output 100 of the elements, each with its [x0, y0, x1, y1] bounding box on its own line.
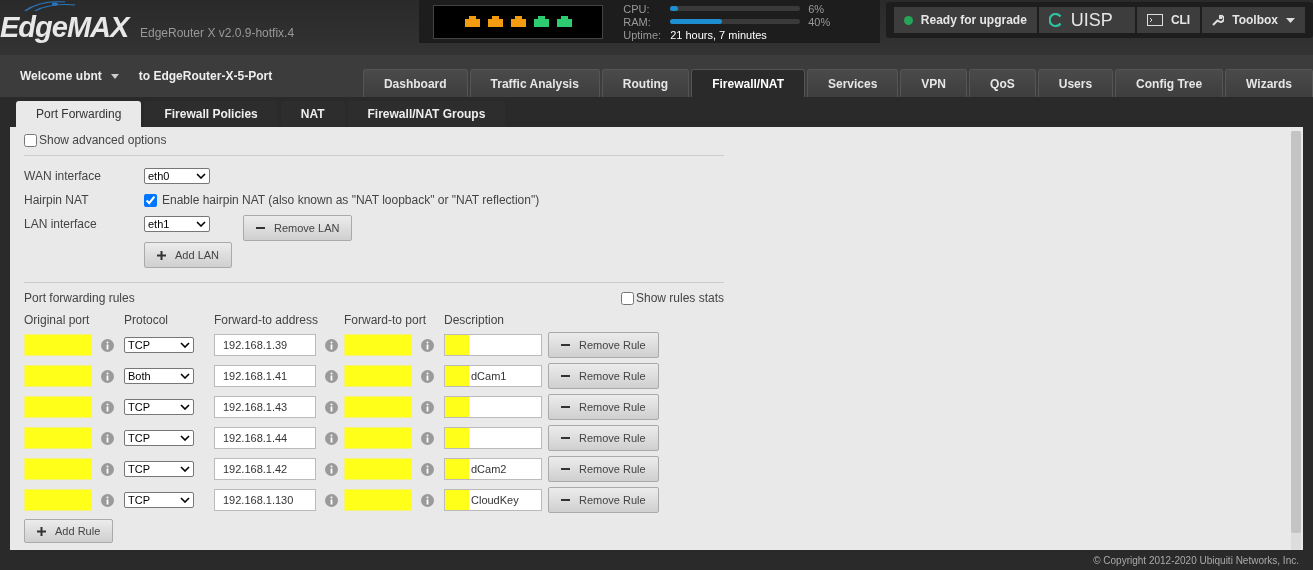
remove-lan-button[interactable]: Remove LAN [243, 215, 353, 241]
port-field[interactable] [24, 489, 92, 511]
edgemax-logo: EdgeMAX [0, 12, 129, 42]
port-field[interactable] [24, 334, 92, 356]
uptime-label: Uptime: [623, 28, 663, 41]
port-field[interactable] [344, 334, 412, 356]
nav-tab[interactable]: Users [1037, 69, 1114, 97]
address-field[interactable]: 192.168.1.44 [214, 427, 316, 449]
checkbox-label: Show advanced options [39, 133, 167, 147]
port-field[interactable] [344, 458, 412, 480]
uisp-button[interactable]: UISP [1038, 7, 1135, 33]
add-lan-button[interactable]: Add LAN [144, 242, 233, 268]
info-icon [325, 431, 338, 445]
cli-button[interactable]: CLI [1136, 7, 1201, 33]
description-field[interactable]: dCam1 [444, 365, 542, 387]
port-field[interactable] [24, 365, 92, 387]
description-field[interactable]: CloudKey [444, 489, 542, 511]
field-label: LAN interface [24, 217, 98, 231]
address-field[interactable]: 192.168.1.39 [214, 334, 316, 356]
protocol-select[interactable]: TCP [124, 399, 194, 415]
plus-icon [157, 250, 166, 260]
chevron-icon [180, 342, 190, 348]
minus-icon [561, 499, 570, 501]
info-icon [421, 369, 434, 383]
caret-icon [110, 73, 119, 79]
column-header: Protocol [124, 313, 170, 327]
status-button[interactable]: Ready for upgrade [893, 7, 1037, 33]
remove-rule-button[interactable]: Remove Rule [548, 332, 659, 358]
nav-tab[interactable]: Traffic Analysis [469, 69, 600, 97]
firmware-version: EdgeRouter X v2.0.9-hotfix.4 [140, 26, 295, 40]
hairpin-checkbox[interactable] [144, 193, 157, 207]
minus-icon [256, 227, 265, 229]
protocol-select[interactable]: TCP [124, 337, 194, 353]
info-icon [421, 431, 434, 445]
description-field[interactable] [444, 427, 542, 449]
stats-checkbox[interactable] [620, 291, 634, 305]
add-rule-button[interactable]: Add Rule [24, 519, 114, 543]
address-field[interactable]: 192.168.1.42 [214, 458, 316, 480]
remove-rule-button[interactable]: Remove Rule [548, 394, 659, 420]
protocol-select[interactable]: TCP [124, 461, 194, 477]
protocol-select[interactable]: TCP [124, 492, 194, 508]
remove-rule-button[interactable]: Remove Rule [548, 487, 659, 513]
wrench-icon [1212, 14, 1225, 26]
interface-select[interactable]: eth1 [144, 216, 210, 232]
section-tab[interactable]: Port Forwarding [16, 101, 142, 127]
description-field[interactable] [444, 396, 542, 418]
port-field[interactable] [344, 427, 412, 449]
port-field[interactable] [24, 427, 92, 449]
port-field[interactable] [24, 396, 92, 418]
protocol-select[interactable]: Both [124, 368, 194, 384]
plus-icon [37, 526, 46, 536]
field-label: WAN interface [24, 169, 102, 183]
status-dot-icon [903, 15, 913, 25]
description-field[interactable]: dCam2 [444, 458, 542, 480]
info-icon [421, 400, 434, 414]
uptime-value: 21 hours, 7 minutes [670, 28, 767, 41]
chevron-icon [180, 404, 190, 410]
minus-icon [561, 468, 570, 470]
advanced-checkbox[interactable] [24, 133, 37, 147]
nav-tab[interactable]: Wizards [1225, 69, 1313, 97]
terminal-icon [1146, 14, 1163, 26]
nav-tab[interactable]: Firewall/NAT [691, 69, 805, 97]
column-header: Forward-to port [344, 313, 428, 327]
nav-tab[interactable]: Services [806, 69, 899, 97]
stat-label: RAM: [623, 15, 652, 28]
port-field[interactable] [344, 365, 412, 387]
address-field[interactable]: 192.168.1.43 [214, 396, 316, 418]
info-icon [325, 369, 338, 383]
remove-rule-button[interactable]: Remove Rule [548, 456, 659, 482]
address-field[interactable]: 192.168.1.41 [214, 365, 316, 387]
port-field[interactable] [344, 489, 412, 511]
nav-tab[interactable]: QoS [969, 69, 1036, 97]
interface-select[interactable]: eth0 [144, 168, 210, 184]
checkbox-label: Show rules stats [635, 291, 724, 305]
nav-tab[interactable]: VPN [900, 69, 968, 97]
column-header: Description [444, 313, 506, 327]
nav-tab[interactable]: Routing [601, 69, 690, 97]
nav-tab[interactable]: Dashboard [362, 69, 468, 97]
address-field[interactable]: 192.168.1.130 [214, 489, 316, 511]
user-menu[interactable]: Welcome ubnt [20, 69, 119, 83]
stat-label: CPU: [623, 2, 651, 15]
scrollbar[interactable] [1291, 131, 1301, 550]
remove-rule-button[interactable]: Remove Rule [548, 363, 659, 389]
nav-tab[interactable]: Config Tree [1115, 69, 1224, 97]
toolbox-button[interactable]: Toolbox [1202, 7, 1305, 33]
info-icon [101, 400, 114, 414]
description-field[interactable] [444, 334, 542, 356]
column-header: Forward-to address [214, 313, 320, 327]
protocol-select[interactable]: TCP [124, 430, 194, 446]
port-field[interactable] [344, 396, 412, 418]
remove-rule-button[interactable]: Remove Rule [548, 425, 659, 451]
info-icon [101, 431, 114, 445]
minus-icon [561, 375, 570, 377]
port-field[interactable] [24, 458, 92, 480]
info-icon [101, 493, 114, 507]
info-icon [325, 338, 338, 352]
minus-icon [561, 406, 570, 408]
info-icon [101, 369, 114, 383]
section-title: Port forwarding rules [24, 291, 135, 305]
info-icon [421, 462, 434, 476]
